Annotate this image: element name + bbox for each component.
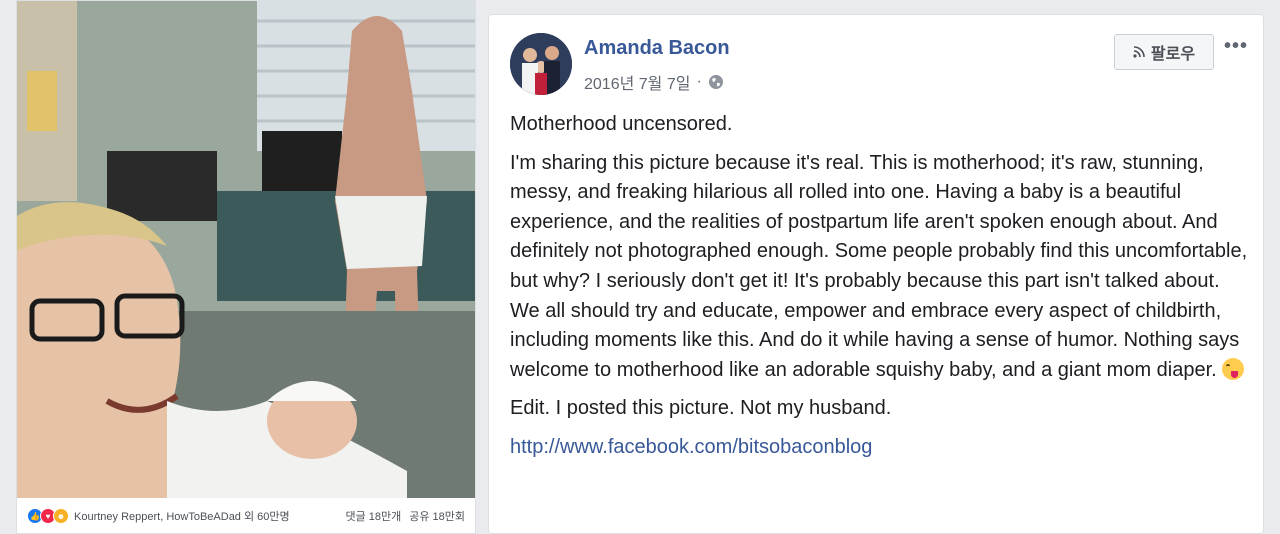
meta-separator: · <box>696 73 702 90</box>
post-paragraph-2-text: I'm sharing this picture because it's re… <box>510 151 1248 381</box>
engagement-counts: 댓글 18만개 공유 18만회 <box>345 508 465 524</box>
author-name[interactable]: Amanda Bacon <box>584 37 730 60</box>
avatar[interactable] <box>510 33 572 95</box>
post-photo[interactable] <box>17 1 475 498</box>
follow-button[interactable]: 팔로우 <box>1114 34 1214 70</box>
post-card: Amanda Bacon 2016년 7월 7일 · 팔로우 ••• Mothe… <box>488 14 1264 534</box>
more-options-icon[interactable]: ••• <box>1224 35 1248 58</box>
photo-illustration <box>17 1 475 498</box>
avatar-image <box>510 33 572 95</box>
post-paragraph-3: Edit. I posted this picture. Not my husb… <box>510 397 892 420</box>
reaction-names[interactable]: Kourtney Reppert, HowToBeADad 외 60만명 <box>74 508 290 524</box>
comments-count[interactable]: 댓글 18만개 <box>345 508 401 524</box>
rss-icon <box>1133 46 1145 58</box>
reactions-bar: 👍 ♥ ☻ Kourtney Reppert, HowToBeADad 외 60… <box>17 499 475 533</box>
reaction-icons[interactable]: 👍 ♥ ☻ <box>27 508 69 524</box>
post-paragraph-1: Motherhood uncensored. <box>510 113 733 135</box>
tongue-wink-emoji-icon <box>1222 357 1245 380</box>
post-paragraph-2: I'm sharing this picture because it's re… <box>510 149 1250 386</box>
post-link[interactable]: http://www.facebook.com/bitsobaconblog <box>510 436 872 458</box>
photo-card: 👍 ♥ ☻ Kourtney Reppert, HowToBeADad 외 60… <box>16 0 476 534</box>
post-meta: 2016년 7월 7일 · <box>584 70 724 94</box>
post-body: Motherhood uncensored. I'm sharing this … <box>510 110 1250 472</box>
post-link-paragraph: http://www.facebook.com/bitsobaconblog <box>510 433 1250 463</box>
haha-icon: ☻ <box>53 508 69 524</box>
follow-label: 팔로우 <box>1150 46 1196 63</box>
post-date[interactable]: 2016년 7월 7일 <box>584 70 690 94</box>
shares-count[interactable]: 공유 18만회 <box>409 508 465 524</box>
globe-icon[interactable] <box>708 74 724 90</box>
